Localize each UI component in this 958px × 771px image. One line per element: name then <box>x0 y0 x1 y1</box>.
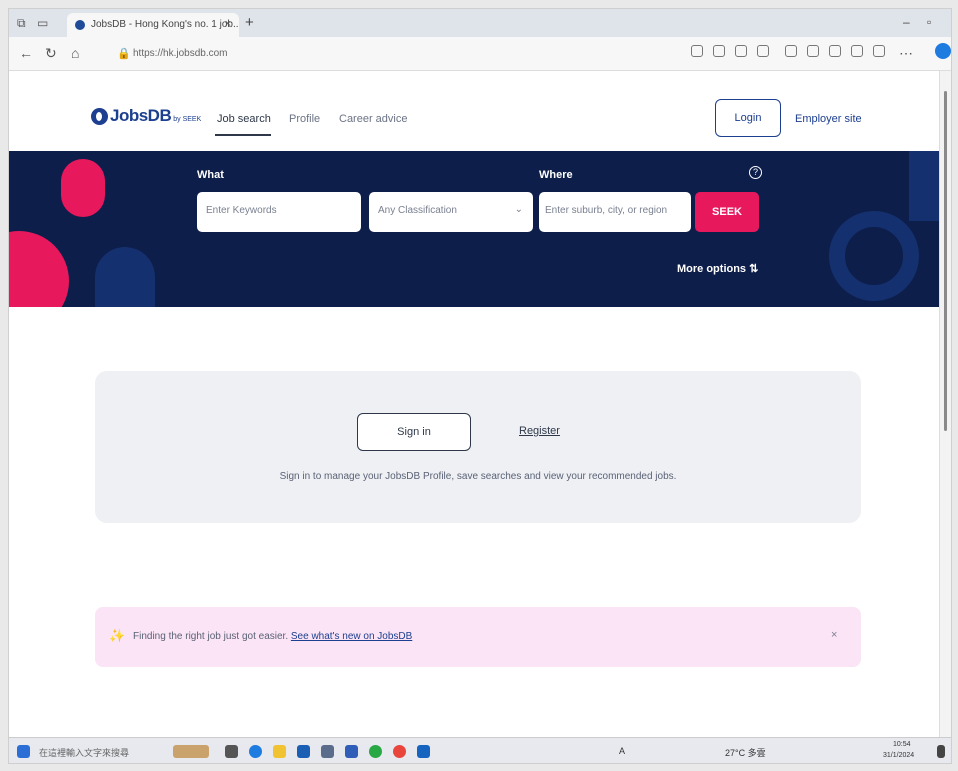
start-icon[interactable] <box>17 745 30 758</box>
whats-new-link[interactable]: See what's new on JobsDB <box>291 631 412 642</box>
whats-new-banner: ✨ Finding the right job just got easier.… <box>95 607 861 667</box>
more-icon[interactable]: ⋯ <box>899 45 913 62</box>
login-button[interactable]: Login <box>715 99 781 137</box>
tab-close-icon[interactable]: × <box>225 18 231 30</box>
register-link[interactable]: Register <box>519 425 560 437</box>
maximize-icon[interactable]: ▫ <box>927 15 931 29</box>
help-icon[interactable]: ? <box>749 166 762 179</box>
jobsdb-logo-icon <box>91 107 108 125</box>
location-input[interactable]: Enter suburb, city, or region <box>539 192 691 232</box>
whatsapp-icon[interactable] <box>369 745 382 758</box>
clock-date[interactable]: 31/1/2024 <box>883 752 914 759</box>
collections-icon[interactable] <box>851 45 863 57</box>
weather-text[interactable]: 27°C 多雲 <box>725 746 766 759</box>
active-nav-indicator <box>215 134 271 136</box>
signin-button[interactable]: Sign in <box>357 413 471 451</box>
banner-text: Finding the right job just got easier. <box>133 631 289 642</box>
browser-window: ⧉ ▭ JobsDB - Hong Kong's no. 1 job... × … <box>8 8 952 764</box>
reader-icon[interactable] <box>691 45 703 57</box>
lock-icon: 🔒 <box>117 48 131 60</box>
jobsdb-logo[interactable]: JobsDB by SEEK <box>91 106 201 126</box>
browser-tab[interactable]: JobsDB - Hong Kong's no. 1 job... × <box>67 13 239 37</box>
hero-decoration <box>9 231 69 307</box>
translate-icon[interactable] <box>735 45 747 57</box>
language-indicator[interactable]: A <box>619 746 625 756</box>
favorite-icon[interactable] <box>757 45 769 57</box>
hero-decoration <box>909 151 939 221</box>
outlook-icon[interactable] <box>417 745 430 758</box>
minimize-icon[interactable]: – <box>903 15 910 29</box>
tab-bar: ⧉ ▭ JobsDB - Hong Kong's no. 1 job... × … <box>9 9 951 37</box>
logo-text: JobsDB <box>110 106 172 125</box>
keywords-input[interactable]: Enter Keywords <box>197 192 361 232</box>
chrome-icon[interactable] <box>393 745 406 758</box>
hero-decoration <box>61 159 105 217</box>
employer-site-link[interactable]: Employer site <box>795 113 862 125</box>
workspaces-icon[interactable]: ⧉ <box>17 16 26 31</box>
extension-icon[interactable] <box>785 45 797 57</box>
back-icon[interactable]: ← <box>19 45 33 61</box>
scroll-thumb[interactable] <box>944 91 947 431</box>
clock-time[interactable]: 10:54 <box>893 741 911 748</box>
what-label: What <box>197 169 224 181</box>
calculator-icon[interactable] <box>321 745 334 758</box>
windows-taskbar: 在這裡輸入文字來搜尋 A 27°C 多雲 10:54 31/1/2024 <box>9 737 951 763</box>
split-screen-icon[interactable] <box>807 45 819 57</box>
browser-essentials-icon[interactable] <box>873 45 885 57</box>
jobsdb-favicon-icon <box>75 20 85 30</box>
read-aloud-icon[interactable] <box>713 45 725 57</box>
taskbar-search[interactable]: 在這裡輸入文字來搜尋 <box>39 746 129 759</box>
signin-description: Sign in to manage your JobsDB Profile, s… <box>279 471 677 482</box>
filter-icon: ⇅ <box>749 263 759 275</box>
more-options-link[interactable]: More options ⇅ <box>677 262 758 275</box>
new-tab-button[interactable]: + <box>245 14 254 31</box>
seek-button[interactable]: SEEK <box>695 192 759 232</box>
home-icon[interactable]: ⌂ <box>71 45 79 61</box>
hero-decoration <box>95 247 155 307</box>
banner-close-icon[interactable]: × <box>831 629 837 641</box>
tab-actions-icon[interactable]: ▭ <box>37 16 48 30</box>
tab-title: JobsDB - Hong Kong's no. 1 job... <box>91 19 239 30</box>
nav-profile[interactable]: Profile <box>289 113 320 125</box>
banner-message: Finding the right job just got easier. S… <box>133 631 412 642</box>
where-label: Where <box>539 169 573 181</box>
url-text: https://hk.jobsdb.com <box>133 48 228 59</box>
task-view-icon[interactable] <box>225 745 238 758</box>
chevron-down-icon: ⌄ <box>514 204 523 215</box>
edge-icon[interactable] <box>249 745 262 758</box>
refresh-icon[interactable]: ↻ <box>45 45 57 62</box>
signin-card: Sign in Register Sign in to manage your … <box>95 371 861 523</box>
classification-select[interactable]: Any Classification ⌄ <box>369 192 533 232</box>
file-explorer-icon[interactable] <box>273 745 286 758</box>
nav-job-search[interactable]: Job search <box>217 113 271 125</box>
address-bar: ← ↻ ⌂ 🔒 https://hk.jobsdb.com ⋯ <box>9 37 951 71</box>
classification-value: Any Classification <box>378 205 457 216</box>
more-options-label: More options <box>677 263 747 275</box>
sparkle-icon: ✨ <box>109 628 126 643</box>
weather-widget-icon[interactable] <box>173 745 209 758</box>
page-viewport: JobsDB by SEEK Job search Profile Career… <box>9 71 939 737</box>
url-field[interactable]: 🔒 https://hk.jobsdb.com <box>113 43 673 65</box>
logo-by-text: by SEEK <box>173 115 202 123</box>
search-hero: What Where ? Enter Keywords Any Classifi… <box>9 151 939 307</box>
word-icon[interactable] <box>345 745 358 758</box>
store-icon[interactable] <box>297 745 310 758</box>
copilot-icon[interactable] <box>935 43 951 59</box>
nav-career-advice[interactable]: Career advice <box>339 113 407 125</box>
notification-icon[interactable] <box>937 745 945 758</box>
scrollbar[interactable] <box>939 71 951 737</box>
favorites-icon[interactable] <box>829 45 841 57</box>
hero-decoration <box>829 211 919 301</box>
